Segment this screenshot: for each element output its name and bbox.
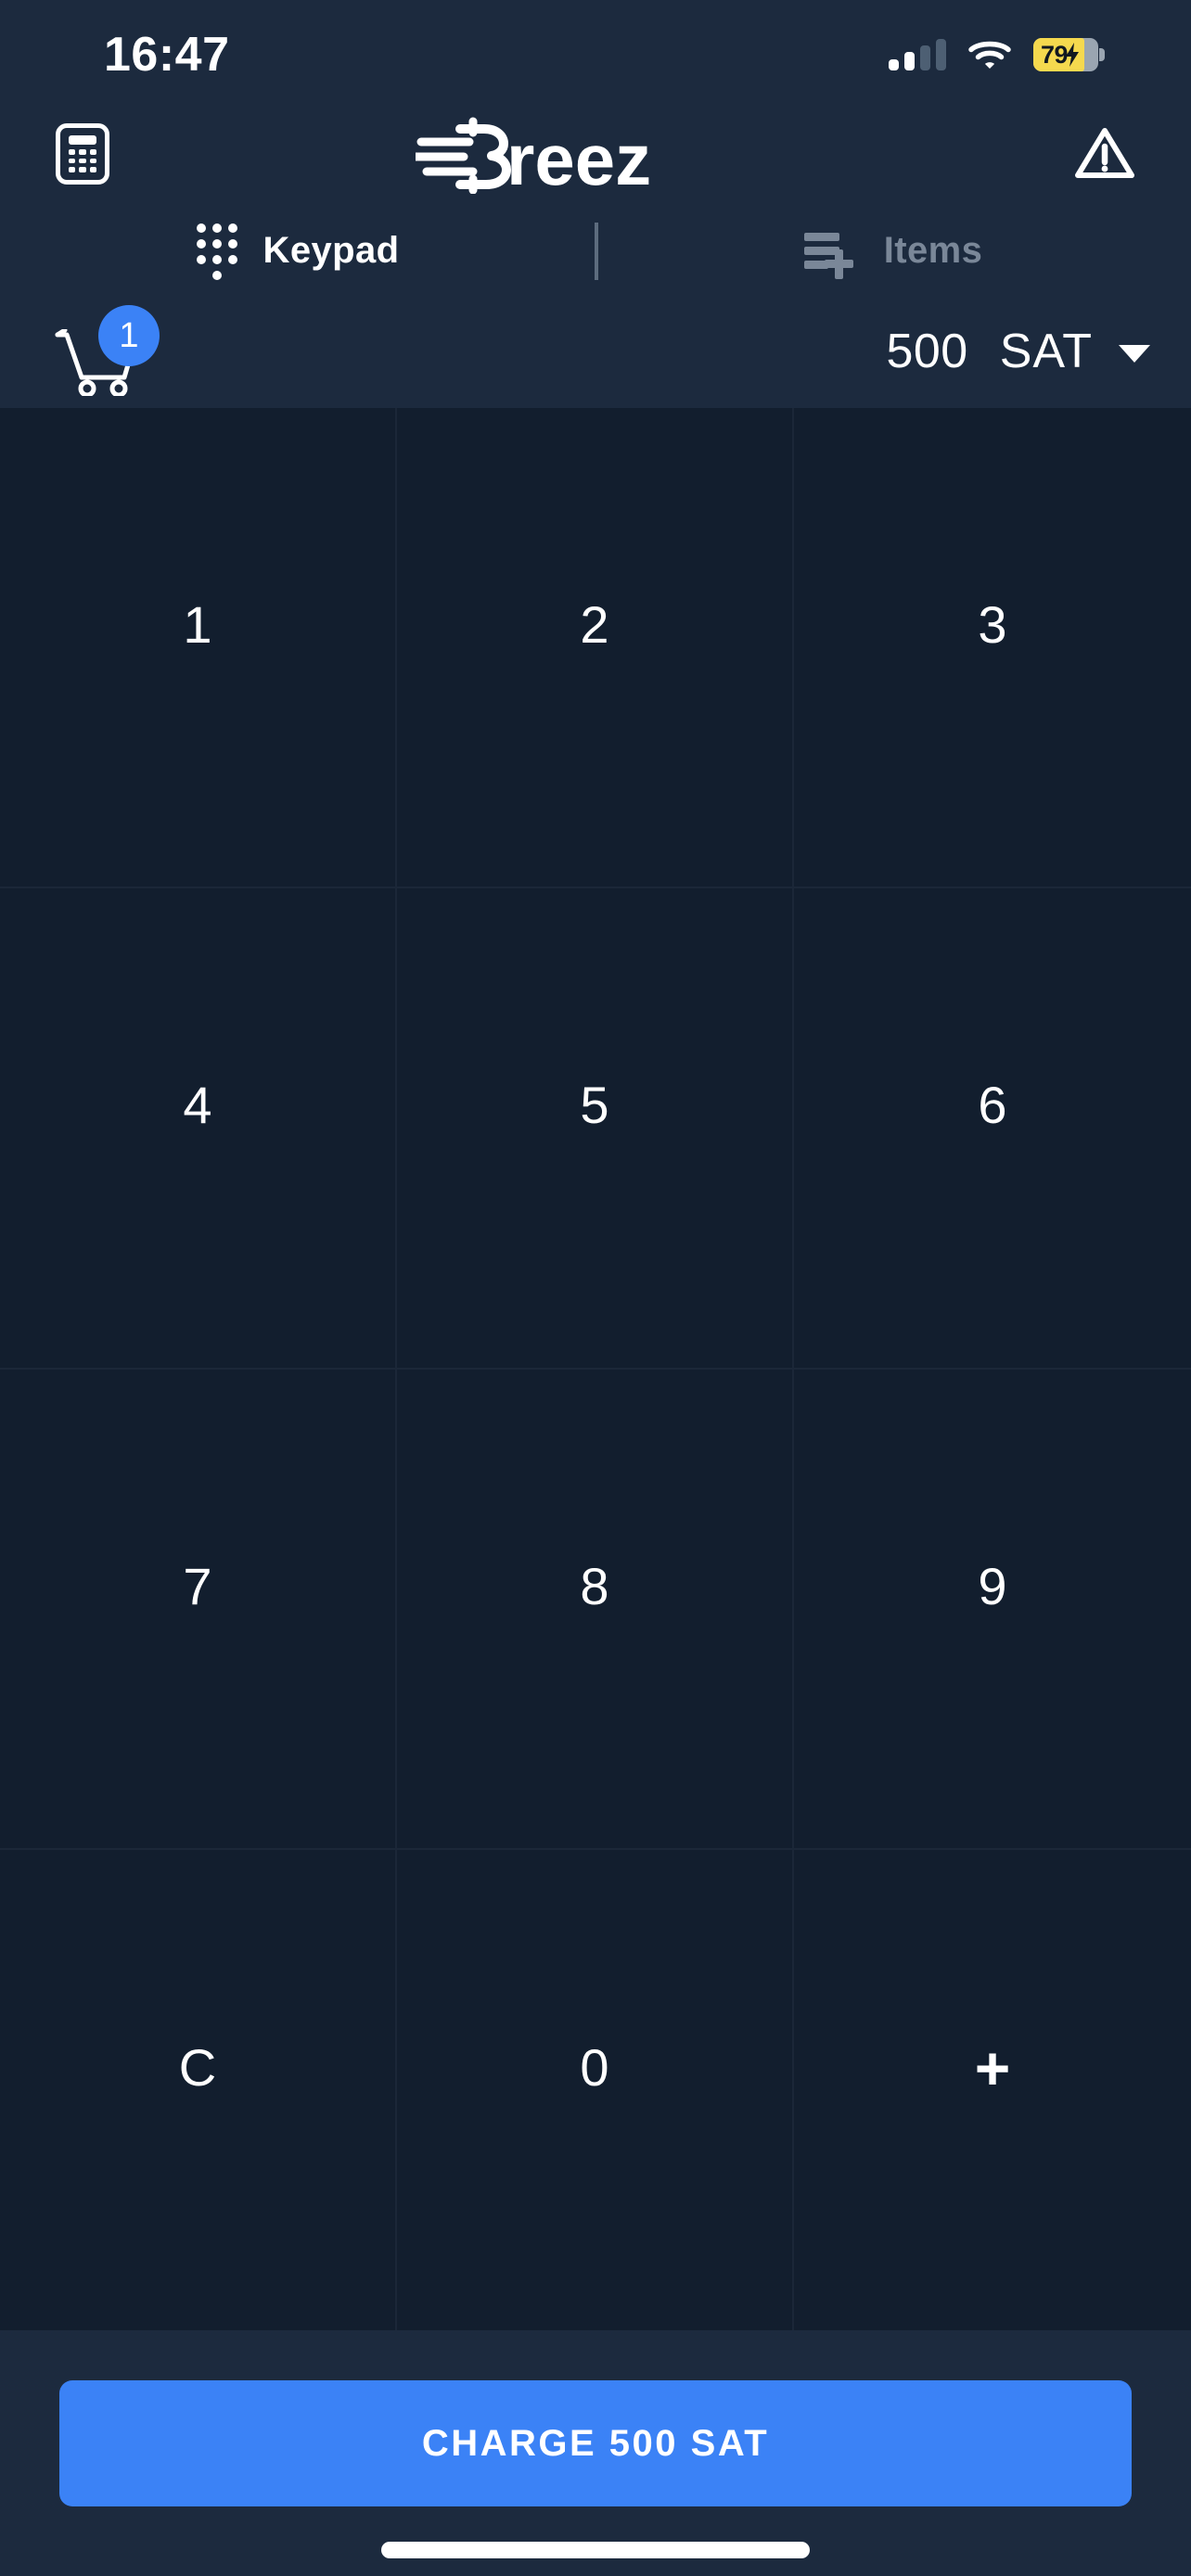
calculator-keys [69, 149, 96, 172]
tab-keypad-label: Keypad [263, 230, 400, 272]
battery-nub [1099, 48, 1105, 61]
home-indicator[interactable] [381, 2542, 810, 2558]
chevron-down-icon[interactable] [1119, 345, 1150, 363]
key-9[interactable]: 9 [794, 1370, 1191, 1850]
key-3[interactable]: 3 [794, 408, 1191, 888]
battery-percent-label: 79 [1033, 41, 1068, 70]
wifi-icon [968, 39, 1011, 70]
key-9-label: 9 [978, 1561, 1006, 1613]
charging-bolt-icon [1065, 43, 1080, 67]
tab-keypad[interactable]: Keypad [0, 223, 596, 277]
amount-unit: SAT [1000, 324, 1093, 379]
svg-text:reez: reez [506, 119, 651, 194]
key-3-label: 3 [978, 599, 1006, 651]
cellular-signal-icon [889, 39, 946, 70]
calculator-icon[interactable] [56, 123, 109, 185]
key-6-label: 6 [978, 1079, 1006, 1131]
cart-badge: 1 [98, 305, 160, 366]
key-7-label: 7 [183, 1561, 211, 1613]
status-bar-time: 16:47 [0, 31, 230, 79]
numeric-keypad: 1 2 3 4 5 6 7 8 9 C 0 + [0, 408, 1191, 2330]
key-plus-label: + [975, 2037, 1011, 2098]
key-1[interactable]: 1 [0, 408, 397, 888]
calculator-screen [69, 135, 96, 145]
breez-logo-icon: reez [416, 114, 722, 194]
key-2-label: 2 [580, 599, 608, 651]
key-8-label: 8 [580, 1561, 608, 1613]
key-0-label: 0 [580, 2042, 608, 2094]
charge-button[interactable]: CHARGE 500 SAT [59, 2380, 1132, 2506]
key-plus[interactable]: + [794, 1850, 1191, 2330]
key-5[interactable]: 5 [397, 888, 794, 1369]
list-add-icon [804, 229, 858, 272]
tab-divider [595, 223, 598, 280]
status-bar: 16:47 79 [0, 0, 1191, 102]
key-4-label: 4 [183, 1079, 211, 1131]
tab-bar: Keypad Items [0, 206, 1191, 295]
key-8[interactable]: 8 [397, 1370, 794, 1850]
key-clear-label: C [179, 2042, 216, 2094]
key-2[interactable]: 2 [397, 408, 794, 888]
status-bar-indicators: 79 [889, 38, 1132, 71]
key-4[interactable]: 4 [0, 888, 397, 1369]
key-1-label: 1 [183, 599, 211, 651]
key-0[interactable]: 0 [397, 1850, 794, 2330]
brand-logo: reez [416, 114, 722, 194]
amount-value: 500 [886, 324, 967, 379]
warning-triangle-icon[interactable] [1074, 125, 1135, 183]
key-6[interactable]: 6 [794, 888, 1191, 1369]
battery-charging-icon: 79 [1033, 38, 1098, 71]
key-5-label: 5 [580, 1079, 608, 1131]
key-clear[interactable]: C [0, 1850, 397, 2330]
cart-button[interactable]: 1 [41, 305, 171, 398]
app-bar: reez [0, 102, 1191, 206]
amount-bar: 1 500 SAT [0, 295, 1191, 408]
tab-items-label: Items [884, 230, 983, 272]
key-7[interactable]: 7 [0, 1370, 397, 1850]
footer-bar: CHARGE 500 SAT [0, 2330, 1191, 2576]
app-root: 16:47 79 [0, 0, 1191, 2576]
amount-display[interactable]: 500 SAT [886, 324, 1150, 379]
tab-items[interactable]: Items [596, 229, 1191, 272]
dialpad-icon [197, 223, 237, 277]
